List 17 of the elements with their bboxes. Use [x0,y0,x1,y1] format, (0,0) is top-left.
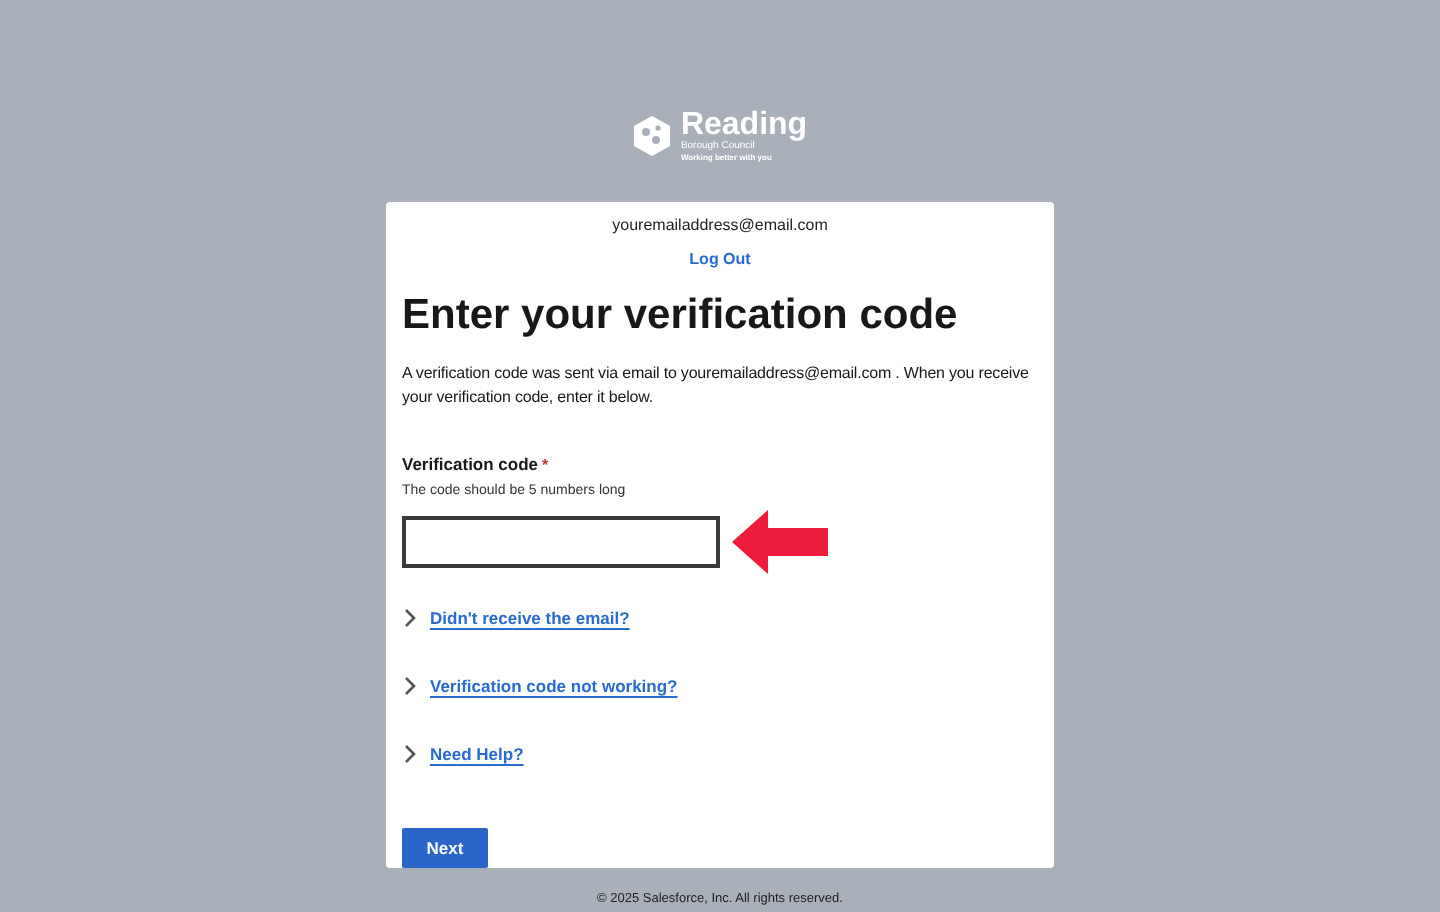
page-heading: Enter your verification code [402,290,960,342]
section-link[interactable]: Verification code not working? [430,673,678,700]
pointer-arrow-icon [732,509,832,574]
section-link[interactable]: Didn't receive the email? [430,605,630,632]
account-email: youremailaddress@email.com [612,214,828,238]
logout-link[interactable]: Log Out [689,248,751,272]
chevron-icon[interactable] [402,744,418,765]
section-link[interactable]: Need Help? [430,741,524,768]
code-input-field[interactable] [402,515,720,568]
chevron-icon[interactable] [402,608,418,629]
info-message: A verification code was sent via email to youremailaddress@email.com . When you receive your verification code, enter it below. [402,362,1031,411]
next-button[interactable]: Next [402,827,488,868]
logo-name: Reading [680,110,808,142]
logo-icon [632,116,673,156]
field-label: Verification code [402,452,539,478]
chevron-icon[interactable] [402,676,418,697]
required-icon: * [542,454,549,479]
